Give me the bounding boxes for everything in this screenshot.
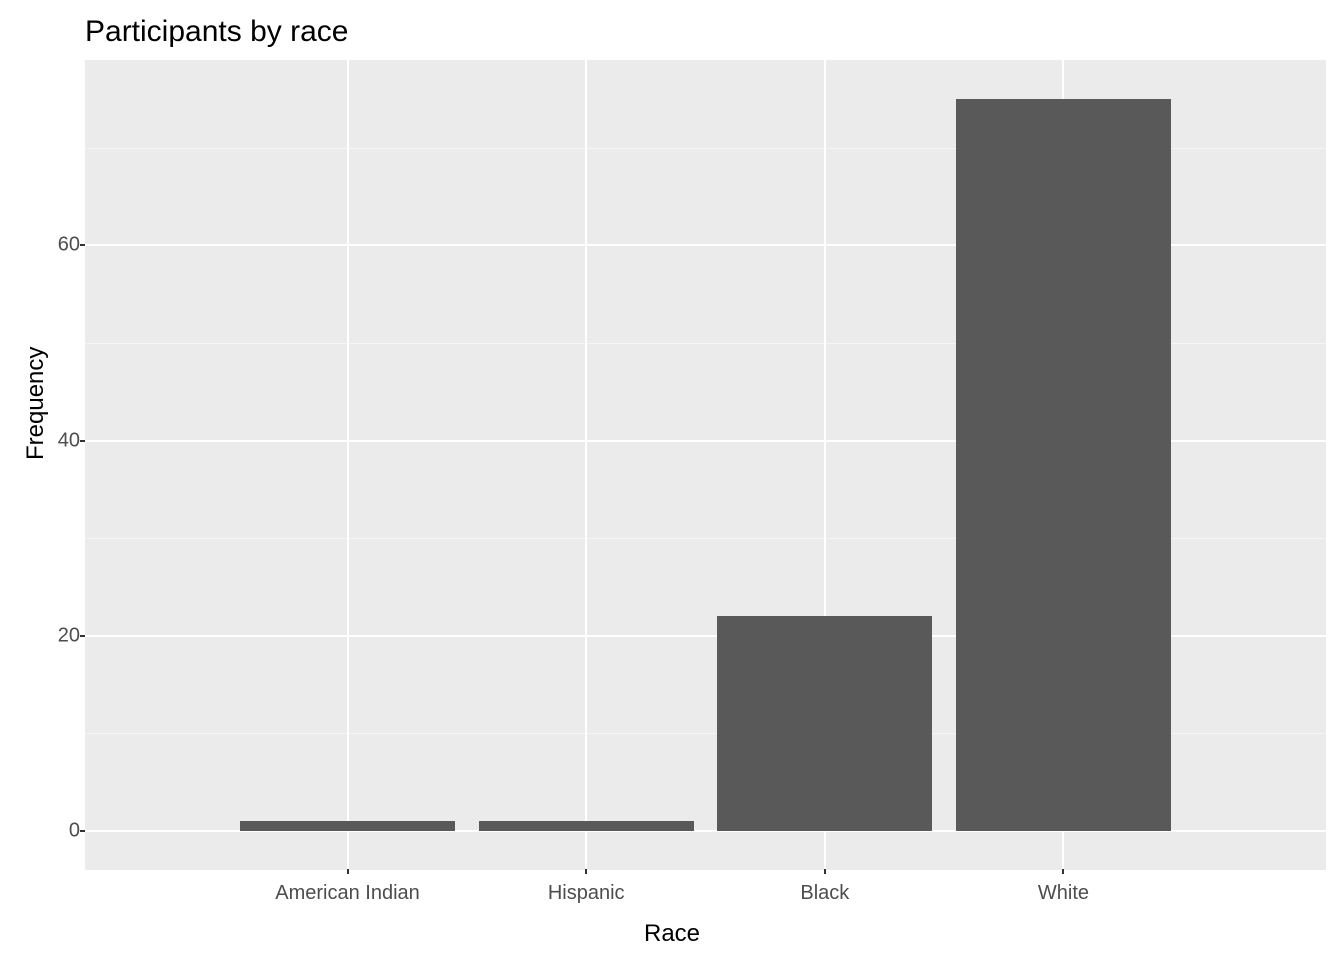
y-axis-label: Frequency [22, 347, 50, 460]
bar [956, 99, 1171, 831]
x-axis-label: Race [644, 920, 700, 948]
y-tick-label: 20 [58, 624, 80, 647]
chart-container: Participants by race Frequency Race 0 20 4… [0, 0, 1344, 960]
bar [717, 616, 932, 831]
x-tick-label: Black [800, 882, 849, 905]
y-tick-mark [80, 440, 85, 442]
chart-title: Participants by race [85, 15, 348, 49]
x-tick-mark [347, 869, 349, 874]
x-tick-mark [585, 869, 587, 874]
bar [240, 821, 455, 831]
gridline-v [585, 60, 587, 870]
bar [479, 821, 694, 831]
x-tick-label: White [1038, 882, 1089, 905]
y-tick-label: 40 [58, 429, 80, 452]
x-tick-mark [1062, 869, 1064, 874]
y-tick-label: 60 [58, 234, 80, 257]
x-tick-mark [824, 869, 826, 874]
y-tick-mark [80, 830, 85, 832]
gridline-v [347, 60, 349, 870]
x-tick-label: Hispanic [548, 882, 625, 905]
y-tick-mark [80, 244, 85, 246]
plot-area [85, 60, 1326, 870]
y-tick-label: 0 [69, 819, 80, 842]
y-tick-mark [80, 635, 85, 637]
x-tick-label: American Indian [275, 882, 420, 905]
